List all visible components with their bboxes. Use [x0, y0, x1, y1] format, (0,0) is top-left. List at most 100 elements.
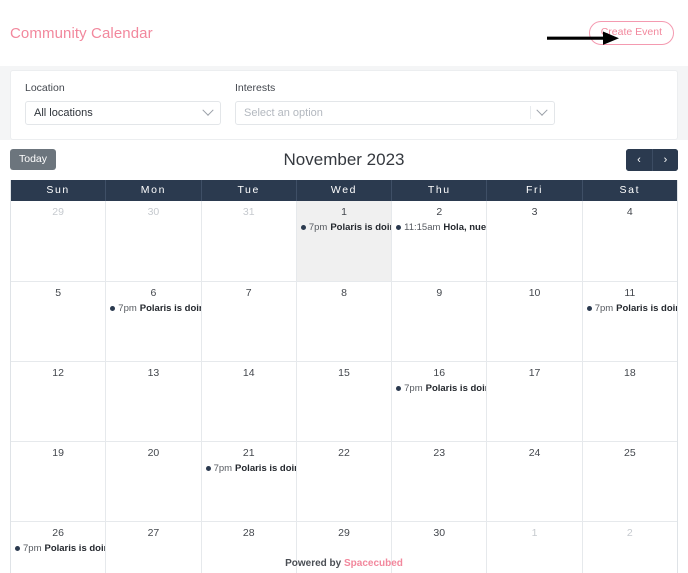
calendar-day-cell[interactable]: 19	[11, 441, 107, 521]
day-number: 25	[623, 446, 636, 459]
calendar-weeks: 29303117pmPolaris is doing a Tir211:15am…	[11, 200, 677, 573]
calendar-day-cell[interactable]: 29	[11, 200, 107, 281]
calendar-day-cell[interactable]: 2	[583, 522, 677, 573]
calendar-day-cell[interactable]: 4	[583, 201, 677, 281]
calendar-event[interactable]: 7pmPolaris is doing a Tir	[106, 300, 201, 314]
day-number: 29	[338, 526, 350, 539]
calendar-day-cell[interactable]: 14	[202, 361, 297, 441]
day-of-week-tue: Tue	[202, 179, 297, 201]
day-number: 5	[55, 286, 62, 299]
day-of-week-sun: Sun	[11, 179, 107, 201]
event-title: Polaris is doing a Tir	[235, 462, 296, 474]
event-time: 11:15am	[404, 221, 441, 233]
event-time: 7pm	[594, 302, 614, 314]
calendar-event[interactable]: 7pmPolaris is doing a Tir	[583, 300, 677, 314]
calendar-event[interactable]: 7pmPolaris is doing a Tir	[392, 380, 486, 394]
day-number: 1	[531, 526, 538, 539]
calendar-day-cell[interactable]: 217pmPolaris is doing a Tir	[202, 441, 297, 521]
day-number: 6	[150, 286, 157, 299]
calendar-day-cell[interactable]: 17pmPolaris is doing a Tir	[296, 200, 393, 281]
day-number: 1	[341, 205, 347, 218]
calendar-day-cell[interactable]: 20	[106, 441, 202, 521]
calendar-event[interactable]: 7pmPolaris is doing a Tir	[11, 540, 105, 554]
day-number: 19	[52, 446, 64, 459]
event-title: Hola, nuevo eve	[443, 221, 487, 233]
calendar-event[interactable]: 7pmPolaris is doing a Tir	[202, 460, 296, 474]
event-time: 7pm	[308, 221, 328, 233]
day-number: 23	[433, 446, 446, 459]
calendar-day-cell[interactable]: 25	[583, 442, 677, 521]
day-number: 16	[433, 366, 446, 379]
event-dot-icon	[396, 224, 402, 230]
day-number: 2	[436, 205, 443, 218]
calendar-day-cell[interactable]: 28	[202, 521, 297, 573]
day-number: 31	[242, 205, 255, 218]
calendar-day-cell[interactable]: 267pmPolaris is doing a Tir	[11, 521, 107, 573]
calendar-day-cell[interactable]: 3	[487, 200, 583, 281]
day-number: 27	[147, 526, 160, 539]
calendar-toolbar: Today November 2023 ‹ ›	[0, 139, 688, 180]
day-of-week-fri: Fri	[487, 179, 583, 201]
day-number: 26	[52, 526, 64, 539]
calendar-event[interactable]: 7pmPolaris is doing a Tir	[297, 219, 391, 233]
day-number: 11	[624, 286, 636, 299]
today-button[interactable]: Today	[10, 148, 57, 171]
event-time: 7pm	[23, 542, 42, 554]
day-number: 4	[626, 205, 633, 218]
app-header: Community Calendar Create Event	[0, 0, 688, 66]
next-month-button[interactable]: ›	[652, 148, 678, 171]
event-dot-icon	[110, 305, 116, 311]
calendar-day-cell[interactable]: 7	[202, 281, 297, 361]
day-number: 18	[623, 366, 636, 379]
calendar-day-cell[interactable]: 30	[392, 521, 488, 573]
calendar-day-cell[interactable]: 67pmPolaris is doing a Tir	[106, 281, 202, 361]
interests-select[interactable]: Select an option	[235, 100, 555, 125]
calendar-day-cell[interactable]: 12	[11, 361, 107, 441]
location-select[interactable]: All locations	[25, 100, 221, 125]
day-of-week-sat: Sat	[619, 183, 641, 196]
day-of-week-thu: Thu	[392, 179, 488, 201]
calendar-week-row: 19 20 217pmPolaris is doing a Tir 22 23 24 25	[11, 440, 677, 521]
calendar-day-cell[interactable]: 8	[297, 281, 393, 361]
calendar-day-cell[interactable]: 5	[11, 281, 107, 361]
calendar-day-cell[interactable]: 1	[487, 521, 583, 573]
calendar-day-cell[interactable]: 22	[297, 441, 393, 521]
calendar-day-cell[interactable]: 211:15amHola, nuevo eve	[392, 200, 488, 281]
event-dot-icon	[205, 465, 211, 471]
day-number: 14	[242, 366, 255, 379]
prev-month-button[interactable]: ‹	[626, 148, 652, 171]
calendar-day-cell[interactable]: 17	[487, 361, 583, 441]
day-number: 12	[52, 366, 64, 379]
calendar-day-cell[interactable]: 27	[106, 521, 202, 573]
interests-select-placeholder: Select an option	[244, 106, 323, 119]
calendar-day-cell[interactable]: 10	[487, 281, 583, 361]
calendar-day-cell[interactable]: 24	[487, 441, 583, 521]
calendar-day-cell[interactable]: 13	[106, 361, 202, 441]
calendar-day-cell[interactable]: 15	[297, 361, 393, 441]
event-title: Polaris is doing a Tir	[330, 221, 391, 233]
footer-brand-link[interactable]: Spacecubed	[344, 558, 403, 569]
calendar-week-row: 12131415167pmPolaris is doing a Tir1718	[11, 360, 677, 441]
calendar-grid: Sun Mon Tue Wed Thu Fri Sat 29 30 31 1 7pm Polaris …	[10, 179, 678, 573]
calendar-day-cell[interactable]: 167pmPolaris is doing a Tir	[392, 361, 488, 441]
event-title: Polaris is doing a Tir	[44, 542, 105, 554]
interests-filter: Interests Select an option	[235, 82, 555, 125]
calendar-day-cell[interactable]: 31	[202, 200, 297, 281]
day-number: 22	[338, 446, 350, 459]
interests-label: Interests	[235, 82, 276, 94]
calendar-event[interactable]: 11:15amHola, nuevo eve	[392, 219, 486, 233]
day-number: 30	[147, 205, 160, 218]
location-select-value: All locations	[34, 106, 93, 119]
location-label: Location	[25, 82, 65, 94]
calendar-day-cell[interactable]: 30	[106, 200, 202, 281]
calendar-day-cell[interactable]: 23	[392, 441, 488, 521]
create-event-button[interactable]: Create Event	[588, 21, 674, 45]
filter-strip: Location All locations Interests Select …	[0, 66, 688, 140]
event-dot-icon	[300, 224, 306, 230]
calendar-day-cell[interactable]: 18	[583, 362, 677, 441]
day-number: 20	[147, 446, 160, 459]
calendar-day-cell[interactable]: 9	[392, 281, 488, 361]
event-time: 7pm	[118, 302, 137, 314]
month-title: November 2023	[283, 149, 405, 169]
calendar-day-cell[interactable]: 117pmPolaris is doing a Tir	[583, 282, 677, 361]
